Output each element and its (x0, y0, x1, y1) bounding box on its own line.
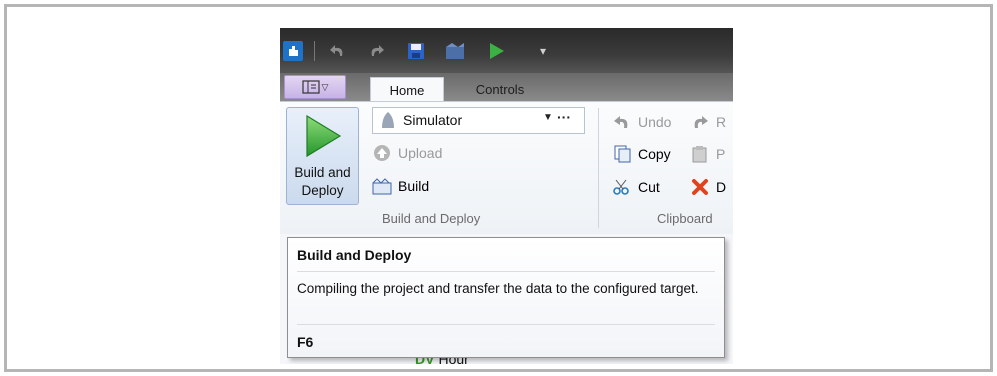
build-label: Build (398, 178, 430, 194)
play-icon[interactable] (484, 40, 508, 62)
redo-icon (690, 112, 710, 132)
dropdown-arrow-icon[interactable]: ▼ (543, 112, 553, 123)
tooltip-shortcut: F6 (297, 334, 314, 350)
build-icon (372, 176, 392, 196)
cut-button[interactable]: Cut (612, 176, 660, 198)
copy-button[interactable]: Copy (612, 143, 671, 165)
group-label-clipboard: Clipboard (657, 211, 713, 226)
build-icon[interactable] (442, 40, 468, 62)
build-and-deploy-label: Build and Deploy (294, 165, 351, 198)
tab-home[interactable]: Home (370, 77, 444, 102)
paste-label: P (716, 146, 726, 162)
upload-label: Upload (398, 145, 443, 161)
ribbon-tab-row: ▽ Home Controls (280, 73, 733, 102)
upload-icon (372, 143, 392, 163)
play-icon (306, 114, 342, 158)
paste-button[interactable]: P (690, 143, 725, 165)
tooltip-divider (297, 271, 715, 272)
delete-label: D (716, 179, 727, 195)
undo-icon[interactable] (326, 40, 350, 62)
application-menu-button[interactable]: ▽ (284, 75, 346, 99)
target-dropdown-value: Simulator (403, 112, 463, 128)
tooltip: Build and Deploy Compiling the project a… (287, 237, 725, 358)
redo-icon[interactable] (364, 40, 388, 62)
tooltip-description: Compiling the project and transfer the d… (297, 281, 699, 296)
simulator-icon (382, 112, 394, 128)
cut-label: Cut (638, 179, 660, 195)
tooltip-title: Build and Deploy (297, 247, 412, 263)
delete-button[interactable]: D (690, 176, 726, 198)
ribbon-panel: Build and Deploy Simulator ▼ ··· Upload … (280, 101, 733, 236)
save-icon[interactable] (404, 40, 428, 62)
group-separator (598, 108, 599, 228)
quick-access-toolbar: ▾ (280, 28, 733, 73)
paste-icon (690, 144, 710, 164)
scissors-icon (612, 177, 632, 197)
screenshot-frame: ▾ ▽ Home Controls Build and Deploy Simul… (4, 4, 993, 372)
undo-label: Undo (638, 114, 672, 130)
more-options-button[interactable]: ··· (557, 109, 571, 125)
redo-label: R (716, 114, 727, 130)
undo-icon (612, 112, 632, 132)
customize-dropdown-icon[interactable]: ▾ (534, 40, 552, 62)
layout-icon (301, 80, 320, 94)
app-icon[interactable] (282, 40, 304, 62)
copy-label: Copy (638, 146, 671, 162)
tooltip-divider (297, 324, 715, 325)
build-and-deploy-button[interactable]: Build and Deploy (286, 107, 359, 205)
undo-button[interactable]: Undo (612, 111, 671, 133)
target-dropdown[interactable]: Simulator ▼ ··· (372, 107, 585, 134)
delete-icon (690, 177, 710, 197)
tab-controls[interactable]: Controls (460, 77, 540, 101)
group-label-build-and-deploy: Build and Deploy (382, 211, 481, 226)
build-button[interactable]: Build (372, 175, 429, 197)
application-window: ▾ ▽ Home Controls Build and Deploy Simul… (280, 28, 733, 364)
toolbar-separator (314, 41, 315, 61)
upload-button[interactable]: Upload (372, 142, 442, 164)
redo-button[interactable]: R (690, 111, 726, 133)
chevron-down-icon: ▽ (321, 81, 329, 92)
copy-icon (612, 144, 632, 164)
